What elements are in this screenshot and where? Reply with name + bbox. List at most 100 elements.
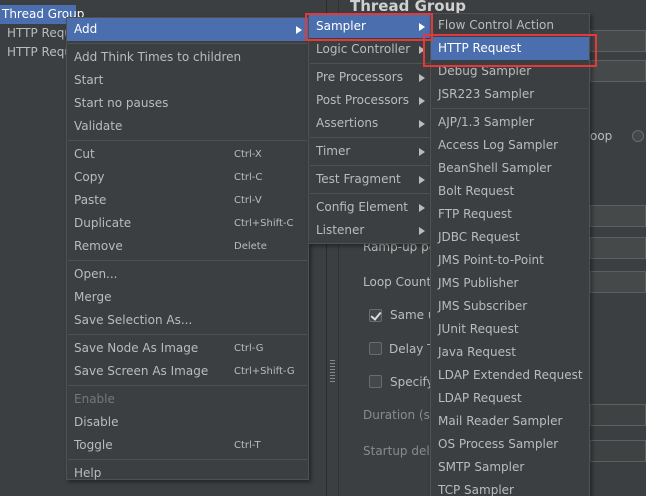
menu-item-add-think-times-to-children[interactable]: Add Think Times to children (67, 46, 308, 69)
menu-item-toggle[interactable]: Toggle Ctrl-T (67, 434, 308, 457)
menu-item-label: TCP Sampler (438, 483, 514, 496)
menu-item-help[interactable]: Help (67, 462, 308, 485)
menu-item-shortcut: Ctrl-C (234, 172, 263, 183)
rampup-field[interactable] (590, 237, 646, 259)
menu-item-label: Test Fragment (316, 172, 401, 186)
sampler-item-jms-subscriber[interactable]: JMS Subscriber (431, 295, 589, 318)
menu-item-add[interactable]: Add (67, 18, 308, 41)
add-menu-item-pre-processors[interactable]: Pre Processors (309, 66, 431, 89)
menu-item-save-selection-as[interactable]: Save Selection As... (67, 309, 308, 332)
sampler-item-ldap-request[interactable]: LDAP Request (431, 387, 589, 410)
same-user-label: Same u (390, 308, 436, 322)
specify-checkbox[interactable] (369, 375, 382, 388)
menu-item-label: Duplicate (74, 216, 132, 230)
menu-separator (68, 334, 307, 335)
sampler-item-bolt-request[interactable]: Bolt Request (431, 180, 589, 203)
sampler-item-access-log-sampler[interactable]: Access Log Sampler (431, 134, 589, 157)
menu-item-start-no-pauses[interactable]: Start no pauses (67, 92, 308, 115)
sampler-item-jsr223-sampler[interactable]: JSR223 Sampler (431, 83, 589, 106)
comments-field[interactable] (590, 60, 646, 82)
delay-checkbox[interactable] (369, 342, 382, 355)
menu-separator (310, 165, 430, 166)
menu-item-merge[interactable]: Merge (67, 286, 308, 309)
sampler-item-ajp-1-3-sampler[interactable]: AJP/1.3 Sampler (431, 111, 589, 134)
add-menu-item-config-element[interactable]: Config Element (309, 196, 431, 219)
menu-item-label: LDAP Extended Request (438, 368, 583, 382)
menu-item-duplicate[interactable]: Duplicate Ctrl+Shift-C (67, 212, 308, 235)
menu-item-save-screen-as-image[interactable]: Save Screen As Image Ctrl+Shift-G (67, 360, 308, 383)
menu-item-label: Bolt Request (438, 184, 515, 198)
menu-item-shortcut: Ctrl-T (234, 440, 261, 451)
menu-item-label: JUnit Request (438, 322, 519, 336)
menu-item-remove[interactable]: Remove Delete (67, 235, 308, 258)
sampler-item-jms-publisher[interactable]: JMS Publisher (431, 272, 589, 295)
tree-item-http-request-2[interactable]: HTTP Requ (0, 43, 72, 62)
sampler-item-beanshell-sampler[interactable]: BeanShell Sampler (431, 157, 589, 180)
menu-item-label: Save Screen As Image (74, 364, 209, 378)
menu-separator (310, 137, 430, 138)
menu-item-label: FTP Request (438, 207, 512, 221)
menu-item-save-node-as-image[interactable]: Save Node As Image Ctrl-G (67, 337, 308, 360)
threads-field[interactable] (590, 205, 646, 227)
menu-item-label: Toggle (74, 438, 113, 452)
loop-count-field[interactable] (590, 271, 646, 293)
sampler-item-java-request[interactable]: Java Request (431, 341, 589, 364)
menu-separator (68, 260, 307, 261)
menu-item-label: LDAP Request (438, 391, 522, 405)
menu-item-label: Start (74, 73, 104, 87)
menu-item-open[interactable]: Open... (67, 263, 308, 286)
menu-item-validate[interactable]: Validate (67, 115, 308, 138)
submenu-arrow-icon (296, 26, 302, 34)
add-menu-item-assertions[interactable]: Assertions (309, 112, 431, 135)
duration-field[interactable] (590, 404, 646, 426)
menu-item-shortcut: Ctrl+Shift-G (234, 366, 295, 377)
startup-delay-field[interactable] (590, 440, 646, 462)
submenu-arrow-icon (419, 204, 425, 212)
menu-item-disable[interactable]: Disable (67, 411, 308, 434)
sampler-item-smtp-sampler[interactable]: SMTP Sampler (431, 456, 589, 479)
delay-label: Delay T (389, 342, 435, 356)
menu-item-label: Assertions (316, 116, 379, 130)
highlight-box-sampler (305, 13, 433, 41)
submenu-arrow-icon (419, 176, 425, 184)
sampler-item-tcp-sampler[interactable]: TCP Sampler (431, 479, 589, 496)
sampler-item-jdbc-request[interactable]: JDBC Request (431, 226, 589, 249)
sampler-item-os-process-sampler[interactable]: OS Process Sampler (431, 433, 589, 456)
tree-item-http-request-1[interactable]: HTTP Requ (0, 24, 72, 43)
menu-item-label: Save Selection As... (74, 313, 193, 327)
menu-item-label: Pre Processors (316, 70, 403, 84)
add-menu-item-test-fragment[interactable]: Test Fragment (309, 168, 431, 191)
submenu-arrow-icon (419, 120, 425, 128)
sampler-item-jms-point-to-point[interactable]: JMS Point-to-Point (431, 249, 589, 272)
name-field[interactable] (590, 30, 646, 52)
splitter-grip-icon[interactable] (330, 360, 335, 384)
menu-item-label: AJP/1.3 Sampler (438, 115, 534, 129)
menu-separator (68, 43, 307, 44)
loop-count-label: Loop Count: (363, 275, 436, 289)
add-menu-item-listener[interactable]: Listener (309, 219, 431, 242)
menu-item-label: BeanShell Sampler (438, 161, 552, 175)
startup-delay-label: Startup dela (363, 444, 438, 458)
menu-item-label: Java Request (438, 345, 516, 359)
sampler-item-ftp-request[interactable]: FTP Request (431, 203, 589, 226)
menu-item-shortcut: Ctrl-X (234, 149, 262, 160)
tree-item-thread-group[interactable]: Thread Group (0, 5, 84, 24)
loop-radio-label: oop (590, 129, 613, 143)
same-user-checkbox[interactable] (369, 309, 382, 322)
radio-button[interactable] (632, 130, 644, 142)
sampler-item-ldap-extended-request[interactable]: LDAP Extended Request (431, 364, 589, 387)
menu-item-copy[interactable]: Copy Ctrl-C (67, 166, 308, 189)
menu-item-paste[interactable]: Paste Ctrl-V (67, 189, 308, 212)
menu-item-cut[interactable]: Cut Ctrl-X (67, 143, 308, 166)
add-menu-item-post-processors[interactable]: Post Processors (309, 89, 431, 112)
sampler-item-mail-reader-sampler[interactable]: Mail Reader Sampler (431, 410, 589, 433)
menu-item-start[interactable]: Start (67, 69, 308, 92)
sampler-item-junit-request[interactable]: JUnit Request (431, 318, 589, 341)
menu-item-label: Copy (74, 170, 105, 184)
submenu-arrow-icon (419, 227, 425, 235)
submenu-arrow-icon (419, 148, 425, 156)
tree-item-label: HTTP Requ (7, 26, 72, 40)
add-menu-item-logic-controller[interactable]: Logic Controller (309, 38, 431, 61)
menu-item-label: Merge (74, 290, 112, 304)
add-menu-item-timer[interactable]: Timer (309, 140, 431, 163)
